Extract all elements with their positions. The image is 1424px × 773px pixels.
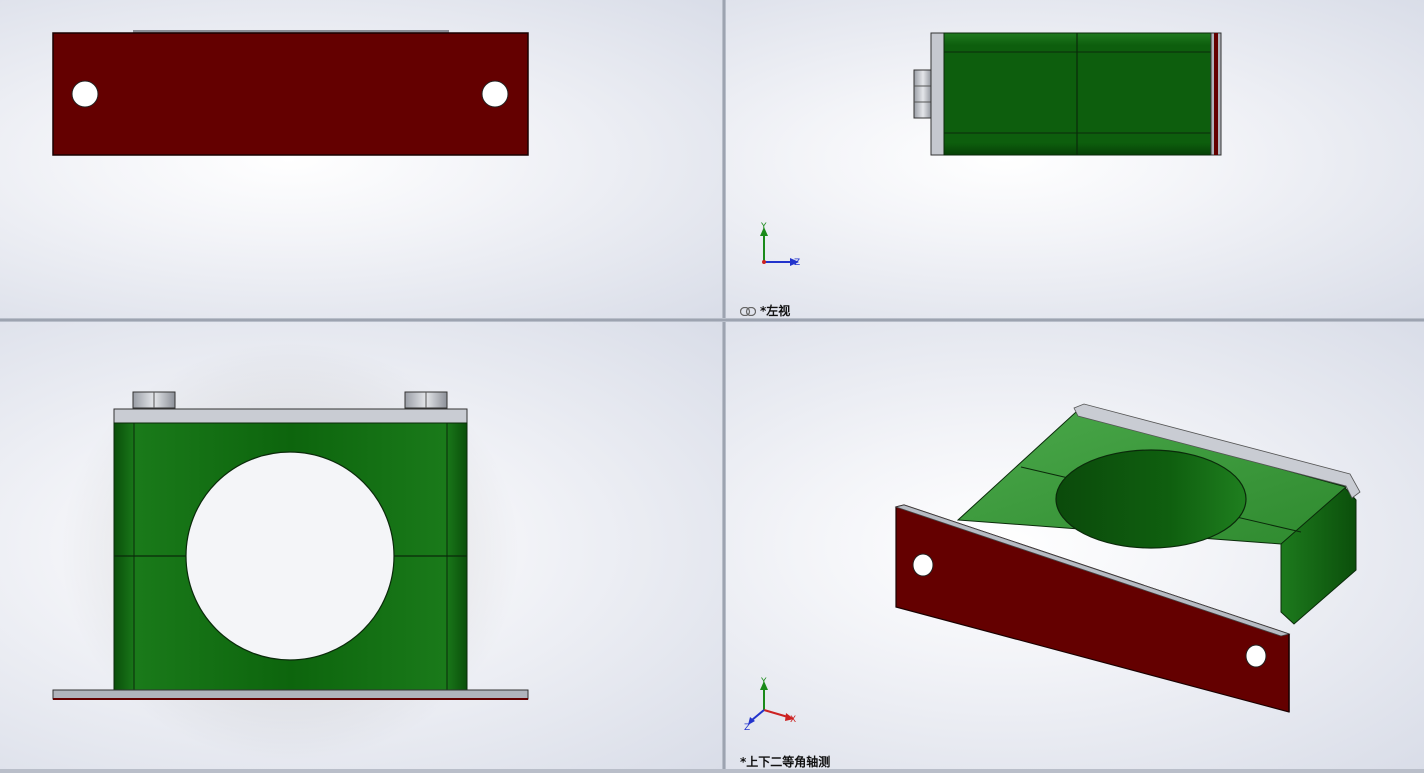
triad-y-label: Y bbox=[760, 677, 767, 687]
cover-plate bbox=[930, 32, 945, 156]
plate-hole-right bbox=[1245, 644, 1267, 668]
top-view-drawing bbox=[52, 30, 529, 156]
pipe-bore bbox=[1055, 449, 1247, 549]
triad-x-label: X bbox=[790, 715, 796, 725]
cover-plate bbox=[113, 408, 468, 424]
view-name-left[interactable]: *左视 bbox=[740, 302, 790, 318]
coordinate-triad-icon bbox=[748, 681, 794, 725]
triad-z-label: Z bbox=[744, 723, 750, 733]
view-name-left-text: *左视 bbox=[760, 304, 791, 318]
isometric-view-drawing: Y X Z bbox=[744, 403, 1361, 733]
plate-hole-right bbox=[481, 80, 509, 108]
view-name-isometric[interactable]: *上下二等角轴测 bbox=[740, 753, 830, 769]
front-view-drawing bbox=[52, 342, 529, 762]
viewport-isometric-view[interactable]: Y X Z *上下二等角轴测 bbox=[726, 322, 1424, 769]
plate-hole-left bbox=[71, 80, 99, 108]
pipe-bore bbox=[185, 451, 395, 661]
viewport-top-view[interactable] bbox=[0, 0, 722, 318]
triad-z-label: Z bbox=[794, 258, 800, 268]
base-plate bbox=[52, 689, 529, 700]
viewport-splitter-vertical[interactable] bbox=[722, 0, 726, 773]
link-icon bbox=[740, 307, 756, 316]
viewport-splitter-horizontal[interactable] bbox=[0, 318, 1424, 322]
viewport-front-view[interactable] bbox=[0, 322, 722, 769]
bolt-nut bbox=[913, 69, 933, 119]
left-view-drawing: Y Z bbox=[760, 32, 1222, 268]
bottom-edge bbox=[0, 769, 1424, 773]
viewport-left-view[interactable]: Y Z *左视 bbox=[726, 0, 1424, 318]
plate-hole-left bbox=[912, 553, 934, 577]
base-plate bbox=[52, 32, 529, 156]
end-plate-red bbox=[1214, 33, 1218, 155]
triad-y-label: Y bbox=[760, 222, 767, 232]
